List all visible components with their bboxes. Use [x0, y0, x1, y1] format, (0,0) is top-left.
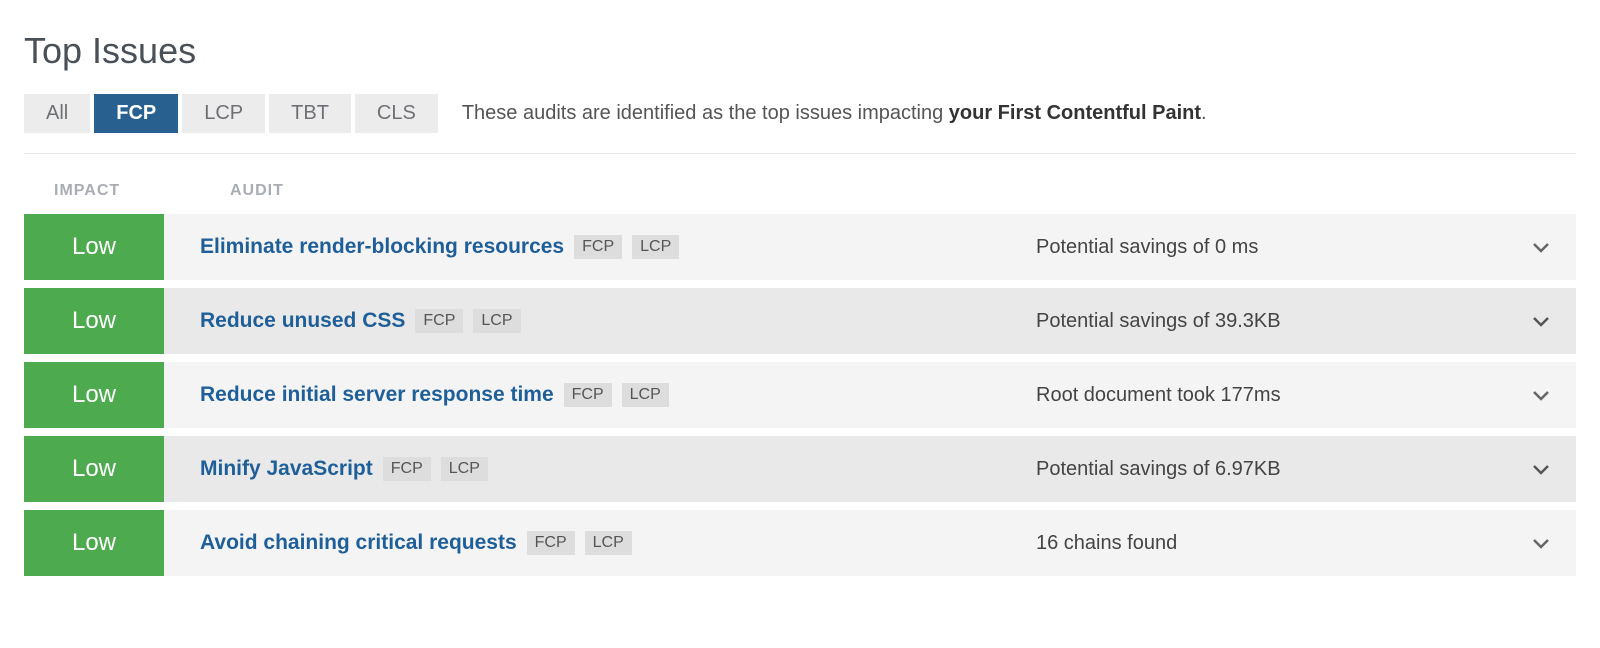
metric-tag: LCP	[441, 457, 488, 481]
impact-badge: Low	[24, 510, 164, 576]
metric-tag: LCP	[632, 235, 679, 259]
issue-row[interactable]: Low Minify JavaScript FCP LCP Potential savi…	[24, 436, 1576, 502]
audit-cell: Eliminate render-blocking resources FCP LC…	[164, 214, 1036, 280]
tab-fcp[interactable]: FCP	[94, 94, 178, 133]
chevron-down-icon	[1529, 309, 1553, 333]
audit-link[interactable]: Reduce unused CSS	[200, 309, 405, 333]
impact-badge: Low	[24, 214, 164, 280]
chevron-down-icon	[1529, 383, 1553, 407]
expand-toggle[interactable]	[1506, 362, 1576, 428]
result-text: Root document took 177ms	[1036, 362, 1506, 428]
result-text: Potential savings of 6.97KB	[1036, 436, 1506, 502]
tab-all[interactable]: All	[24, 94, 90, 133]
column-audit: AUDIT	[194, 182, 1576, 200]
tab-description: These audits are identified as the top i…	[462, 102, 1207, 125]
audit-link[interactable]: Avoid chaining critical requests	[200, 531, 517, 555]
audit-link[interactable]: Reduce initial server response time	[200, 383, 554, 407]
audit-cell: Reduce initial server response time FCP LC…	[164, 362, 1036, 428]
metric-tag: FCP	[574, 235, 622, 259]
metric-tag: FCP	[527, 531, 575, 555]
issue-row[interactable]: Low Reduce unused CSS FCP LCP Potential savi…	[24, 288, 1576, 354]
tab-cls[interactable]: CLS	[355, 94, 438, 133]
metric-tag: FCP	[415, 309, 463, 333]
audit-cell: Minify JavaScript FCP LCP	[164, 436, 1036, 502]
chevron-down-icon	[1529, 235, 1553, 259]
tab-description-prefix: These audits are identified as the top i…	[462, 102, 949, 124]
metric-tag: LCP	[622, 383, 669, 407]
tab-tbt[interactable]: TBT	[269, 94, 351, 133]
page-title: Top Issues	[24, 30, 1576, 72]
column-impact: IMPACT	[24, 182, 194, 200]
table-header: IMPACT AUDIT	[24, 182, 1576, 214]
tab-lcp[interactable]: LCP	[182, 94, 265, 133]
impact-badge: Low	[24, 436, 164, 502]
chevron-down-icon	[1529, 457, 1553, 481]
metric-tag: FCP	[383, 457, 431, 481]
result-text: 16 chains found	[1036, 510, 1506, 576]
result-text: Potential savings of 0 ms	[1036, 214, 1506, 280]
tab-description-suffix: .	[1201, 102, 1207, 124]
metric-tag: LCP	[585, 531, 632, 555]
top-issues-panel: Top Issues AllFCPLCPTBTCLS These audits …	[0, 0, 1600, 576]
result-text: Potential savings of 39.3KB	[1036, 288, 1506, 354]
issue-row[interactable]: Low Avoid chaining critical requests FCP LC…	[24, 510, 1576, 576]
issue-row[interactable]: Low Eliminate render-blocking resources FC…	[24, 214, 1576, 280]
impact-badge: Low	[24, 288, 164, 354]
expand-toggle[interactable]	[1506, 214, 1576, 280]
metric-tag: FCP	[564, 383, 612, 407]
impact-badge: Low	[24, 362, 164, 428]
tab-row: AllFCPLCPTBTCLS These audits are identif…	[24, 94, 1576, 154]
audit-link[interactable]: Minify JavaScript	[200, 457, 373, 481]
chevron-down-icon	[1529, 531, 1553, 555]
expand-toggle[interactable]	[1506, 288, 1576, 354]
metric-tag: LCP	[473, 309, 520, 333]
audit-cell: Avoid chaining critical requests FCP LCP	[164, 510, 1036, 576]
tab-description-strong: your First Contentful Paint	[949, 102, 1201, 124]
audit-cell: Reduce unused CSS FCP LCP	[164, 288, 1036, 354]
audit-link[interactable]: Eliminate render-blocking resources	[200, 235, 564, 259]
expand-toggle[interactable]	[1506, 510, 1576, 576]
expand-toggle[interactable]	[1506, 436, 1576, 502]
issues-list: Low Eliminate render-blocking resources FC…	[24, 214, 1576, 576]
issue-row[interactable]: Low Reduce initial server response time FC…	[24, 362, 1576, 428]
